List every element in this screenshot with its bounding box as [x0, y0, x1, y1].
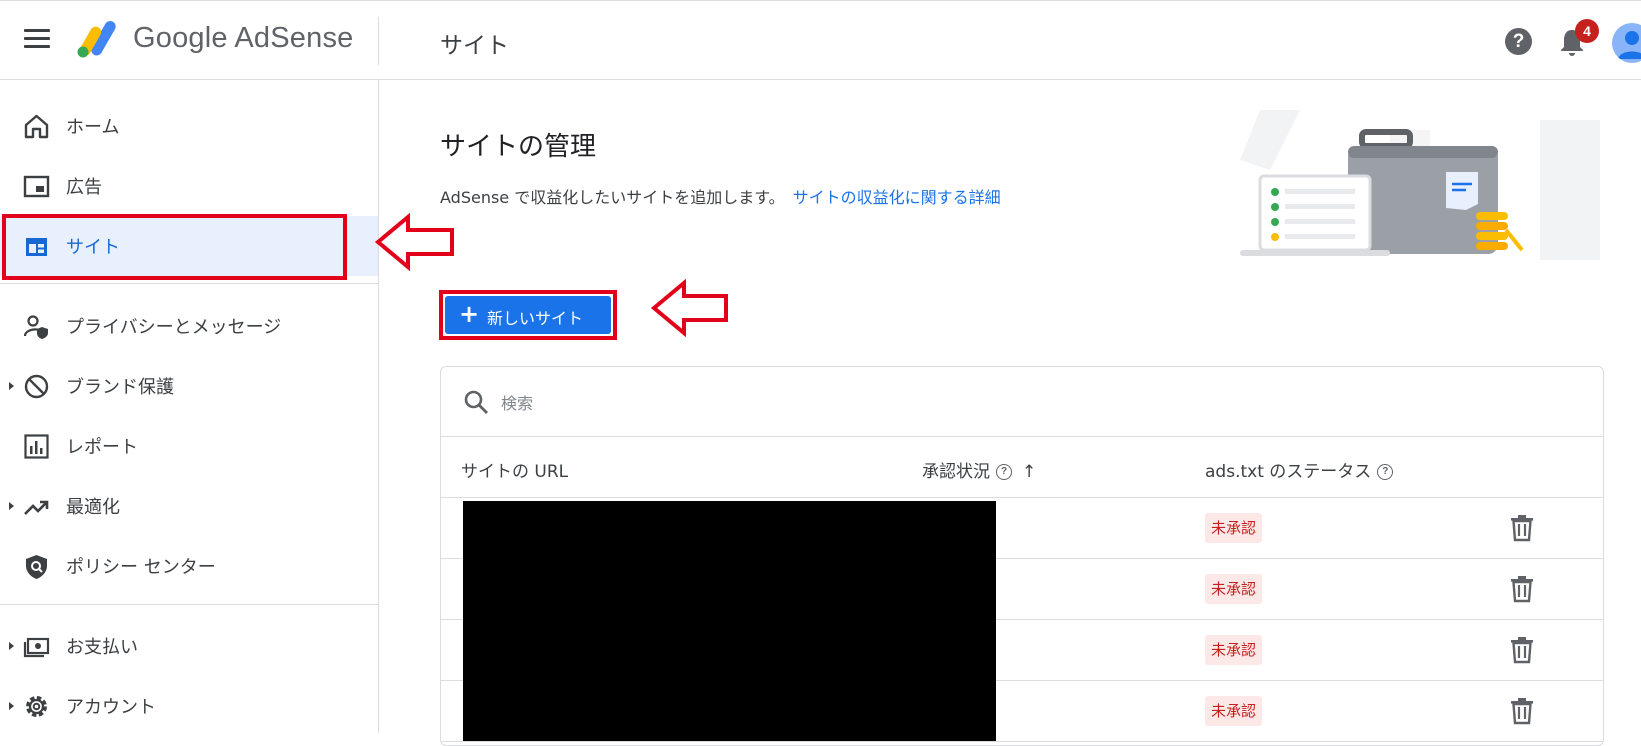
- expand-caret-icon: [9, 382, 14, 390]
- brand-name: Google AdSense: [133, 22, 354, 54]
- sidebar-nav: ホーム 広告 サイト プライバシーとメッセージ ブランド保護 レポート 最適化 …: [0, 80, 379, 733]
- column-header-ads-txt[interactable]: ads.txt のステータス?: [1205, 457, 1394, 482]
- expand-caret-icon: [9, 702, 14, 710]
- delete-trash-icon[interactable]: [1509, 636, 1535, 664]
- description-text: AdSense で収益化したいサイトを追加します。: [440, 188, 785, 207]
- sites-icon: [26, 238, 47, 256]
- help-circle-icon[interactable]: ?: [1377, 464, 1394, 480]
- sidebar-item-label: 最適化: [66, 497, 120, 518]
- avatar-person-icon: [1618, 31, 1641, 59]
- sidebar-item-sites[interactable]: サイト: [0, 216, 378, 276]
- payments-icon: [23, 637, 50, 658]
- header-divider: [378, 17, 379, 65]
- sidebar-item-label: お支払い: [66, 637, 138, 658]
- sidebar-item-home[interactable]: ホーム: [0, 96, 378, 156]
- table-header-row: サイトの URL 承認状況? ↑ ads.txt のステータス?: [441, 437, 1603, 498]
- sidebar-divider: [0, 283, 378, 284]
- plus-icon: +: [459, 300, 480, 328]
- hamburger-menu-icon[interactable]: [24, 29, 50, 51]
- top-app-bar: Google AdSense サイト ? 4: [0, 0, 1641, 80]
- ads-txt-status-badge: 未承認: [1205, 696, 1263, 726]
- column-header-url[interactable]: サイトの URL: [461, 457, 568, 482]
- column-header-approval[interactable]: 承認状況? ↑: [922, 457, 1036, 482]
- column-header-approval-label: 承認状況: [922, 462, 990, 482]
- sidebar-item-label: 広告: [66, 177, 102, 198]
- sidebar-item-optimization[interactable]: 最適化: [0, 476, 378, 536]
- sidebar-item-label: レポート: [66, 437, 138, 458]
- sidebar-item-account[interactable]: アカウント: [0, 676, 378, 736]
- sidebar-item-label: ホーム: [66, 117, 120, 138]
- sidebar-item-payments[interactable]: お支払い: [0, 616, 378, 676]
- sidebar-item-reports[interactable]: レポート: [0, 416, 378, 476]
- delete-trash-icon[interactable]: [1509, 575, 1535, 603]
- expand-caret-icon: [9, 642, 14, 650]
- ads-txt-status-badge: 未承認: [1205, 513, 1263, 543]
- privacy-icon: [23, 315, 48, 339]
- page-title: サイト: [440, 33, 509, 59]
- delete-trash-icon[interactable]: [1509, 697, 1535, 725]
- reports-icon: [24, 434, 49, 459]
- block-icon: [24, 374, 49, 399]
- new-site-button[interactable]: + 新しいサイト: [445, 296, 611, 334]
- help-icon[interactable]: ?: [1505, 28, 1532, 55]
- redaction-block: [463, 501, 996, 741]
- expand-caret-icon: [9, 502, 14, 510]
- sites-illustration: [1240, 110, 1600, 260]
- sidebar-item-label: ポリシー センター: [66, 557, 216, 578]
- ads-icon: [23, 175, 50, 198]
- sidebar-item-label: アカウント: [66, 697, 156, 718]
- annotation-arrow-left-icon: [650, 279, 728, 337]
- learn-more-link[interactable]: サイトの収益化に関する詳細: [793, 188, 1001, 207]
- sort-ascending-arrow-icon[interactable]: ↑: [1022, 462, 1036, 482]
- adsense-logo-icon: [77, 21, 116, 58]
- sidebar-divider: [0, 604, 378, 605]
- annotation-arrow-left-icon: [374, 213, 454, 271]
- section-description: AdSense で収益化したいサイトを追加します。 サイトの収益化に関する詳細: [440, 184, 1001, 208]
- column-header-ads-txt-label: ads.txt のステータス: [1205, 462, 1372, 482]
- notification-count-badge: 4: [1575, 19, 1599, 43]
- help-circle-icon[interactable]: ?: [996, 464, 1012, 480]
- sidebar-item-policy-center[interactable]: ポリシー センター: [0, 536, 378, 596]
- sidebar-item-ads[interactable]: 広告: [0, 156, 378, 216]
- ads-txt-status-badge: 未承認: [1205, 635, 1263, 665]
- sidebar-item-label: ブランド保護: [66, 377, 174, 398]
- section-title: サイトの管理: [440, 132, 597, 162]
- policy-shield-icon: [26, 555, 47, 579]
- trending-up-icon: [24, 500, 49, 515]
- sidebar-item-privacy[interactable]: プライバシーとメッセージ: [0, 296, 378, 356]
- account-avatar[interactable]: [1612, 23, 1641, 63]
- new-site-button-label: 新しいサイト: [487, 309, 584, 328]
- column-header-url-label: サイトの URL: [461, 462, 569, 482]
- delete-trash-icon[interactable]: [1509, 514, 1535, 542]
- sidebar-item-brand-safety[interactable]: ブランド保護: [0, 356, 378, 416]
- gear-icon: [26, 696, 47, 717]
- search-bar: [441, 367, 1603, 437]
- search-icon: [464, 390, 488, 414]
- search-input[interactable]: [499, 389, 1103, 417]
- sidebar-item-label: プライバシーとメッセージ: [66, 317, 282, 338]
- ads-txt-status-badge: 未承認: [1205, 574, 1263, 604]
- sidebar-item-label: サイト: [66, 237, 120, 258]
- home-icon: [24, 114, 49, 139]
